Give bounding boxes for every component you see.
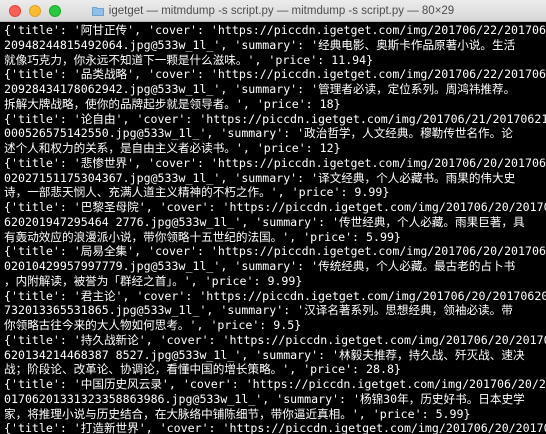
terminal-line: 拆解大牌战略，使你的品牌起步就是领导者。', 'price': 18} bbox=[4, 96, 341, 111]
terminal-line: 620201947295464 2776.jpg@533w_1l_', 'sum… bbox=[4, 214, 525, 229]
terminal-line: 有轰动效应的浪漫派小说，带你领略十五世纪的法国。', 'price': 5.99… bbox=[4, 229, 401, 244]
terminal-line: ，内附解读，被誉为「群经之首」。', 'price': 9.99} bbox=[4, 273, 303, 288]
terminal-line: 02027151175304367.jpg@533w_1l_', 'summar… bbox=[4, 170, 516, 185]
terminal-line: 01706201331323358863986.jpg@533w_1l_', '… bbox=[4, 391, 525, 406]
terminal-line: 732013365531865.jpg@533w_1l_', 'summary'… bbox=[4, 303, 513, 318]
terminal-line: {'title': '打造新世界', 'cover': 'https://pic… bbox=[4, 421, 546, 434]
terminal-line: {'title': '中国历史风云录', 'cover': 'https://p… bbox=[4, 377, 546, 391]
terminal-line: 620134214468387 8527.jpg@533w_1l_', 'sum… bbox=[4, 347, 525, 362]
terminal-line: 战；阶段论、改革论、协调论，看懂中国的增长策略。', 'price': 28.8… bbox=[4, 362, 401, 377]
terminal-line: 述个人和权力的关系，是自由主义者必读书。', 'price': 12} bbox=[4, 141, 341, 155]
terminal-line: 20928434178062942.jpg@533w_1l_', 'summar… bbox=[4, 82, 516, 96]
terminal-line: 000526575142550.jpg@533w_1l_', 'summary'… bbox=[4, 126, 513, 141]
terminal-line: 02010429957997779.jpg@533w_1l_', 'summar… bbox=[4, 259, 516, 273]
terminal-line: 就像巧克力，你永远不知道下一颗是什么滋味。', 'price': 11.94} bbox=[4, 52, 374, 67]
terminal-output[interactable]: {'title': '阿甘正传', 'cover': 'https://picc… bbox=[0, 22, 546, 434]
terminal-line: {'title': '巴黎圣母院', 'cover': 'https://pic… bbox=[4, 200, 546, 214]
terminal-window: igetget — mitmdump -s script.py — mitmdu… bbox=[0, 0, 546, 434]
terminal-line: {'title': '君主论', 'cover': 'https://piccd… bbox=[4, 288, 546, 303]
terminal-line: {'title': '悲惨世界', 'cover': 'https://picc… bbox=[4, 155, 546, 170]
terminal-line: 诗，一部悲天悯人、充满人道主义精神的不朽之作。', 'price': 9.99} bbox=[4, 185, 390, 200]
folder-icon bbox=[91, 7, 104, 16]
window-title: igetget — mitmdump -s script.py — mitmdu… bbox=[108, 5, 455, 17]
terminal-line: 你领略古往今来的大人物如何思考。', 'price': 9.5} bbox=[4, 318, 302, 332]
terminal-line: {'title': '论自由', 'cover': 'https://piccd… bbox=[4, 111, 546, 126]
terminal-line: {'title': '阿甘正传', 'cover': 'https://picc… bbox=[4, 23, 546, 37]
terminal-line: {'title': '品类战略', 'cover': 'https://picc… bbox=[4, 67, 546, 82]
terminal-line: {'title': '局易全集', 'cover': 'https://picc… bbox=[4, 244, 546, 259]
terminal-line: {'title': '持久战新论', 'cover': 'https://pic… bbox=[4, 332, 546, 347]
title-bar[interactable]: igetget — mitmdump -s script.py — mitmdu… bbox=[0, 0, 546, 22]
terminal-line: 家，将推理小说与历史结合，在大脉络中铺陈细节，带你逼近真相。', 'price'… bbox=[4, 406, 471, 421]
terminal-line: 20948244815492064.jpg@533w_1l_', 'summar… bbox=[4, 37, 516, 52]
title-area: igetget — mitmdump -s script.py — mitmdu… bbox=[0, 0, 546, 22]
